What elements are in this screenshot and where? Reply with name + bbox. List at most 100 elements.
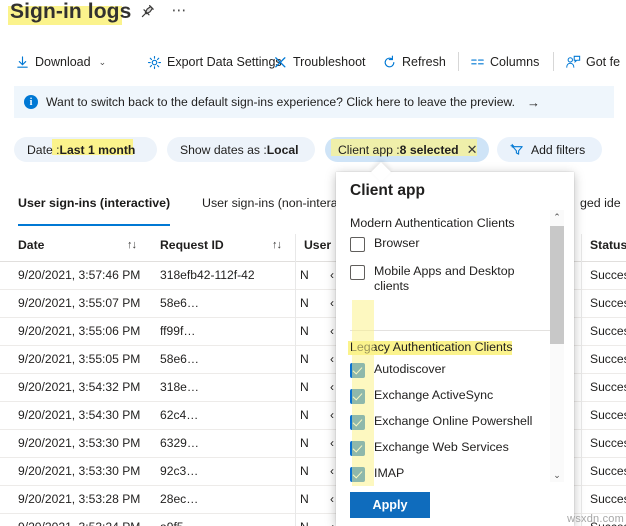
download-label: Download xyxy=(35,55,91,69)
download-button[interactable]: Download ⌄ xyxy=(14,48,106,76)
filter-pill-show-dates-as[interactable]: Show dates as : Local xyxy=(167,137,315,162)
download-icon xyxy=(14,54,30,70)
checkbox-checked-icon[interactable] xyxy=(350,363,365,378)
close-icon[interactable]: ✕ xyxy=(467,142,478,158)
cell-status: Success xyxy=(590,408,626,422)
client-app-option-label: IMAP xyxy=(374,466,404,481)
checkbox-checked-icon[interactable] xyxy=(350,441,365,456)
cell-status: Success xyxy=(590,268,626,282)
tab-managed-identity[interactable]: ged ide xyxy=(580,196,621,222)
filter-pill-client-app[interactable]: Client app : 8 selected ✕ xyxy=(325,137,489,162)
cell-request-id: 58e6… xyxy=(160,352,255,366)
wrench-icon xyxy=(272,54,288,70)
columns-icon xyxy=(469,54,485,70)
apply-button[interactable]: Apply xyxy=(350,492,430,518)
client-app-option-label: Exchange Web Services xyxy=(374,440,509,455)
column-header-date[interactable]: Date xyxy=(18,238,44,252)
cell-user: N xyxy=(300,464,316,478)
tab-user-signins-interactive[interactable]: User sign-ins (interactive) xyxy=(18,196,170,222)
flyout-scrollbar[interactable]: ⌃ ⌄ xyxy=(550,210,564,482)
column-separator xyxy=(295,234,296,526)
column-header-request-id[interactable]: Request ID xyxy=(160,238,224,252)
filter-pill-client-app-prefix: Client app : xyxy=(338,143,400,157)
cell-date: 9/20/2021, 3:53:24 PM xyxy=(18,520,148,526)
filter-pill-bar: Date : Last 1 month Show dates as : Loca… xyxy=(0,137,626,163)
more-options-icon[interactable]: ⋯ xyxy=(170,3,188,21)
filter-pill-show-dates-prefix: Show dates as : xyxy=(180,143,267,157)
chevron-down-icon[interactable]: ⌄ xyxy=(99,57,107,68)
client-app-option[interactable]: Browser xyxy=(350,236,419,252)
filter-pill-date-value: Last 1 month xyxy=(60,143,136,157)
client-app-flyout[interactable]: Client app Modern Authentication Clients… xyxy=(336,172,574,526)
refresh-button[interactable]: Refresh xyxy=(381,48,446,76)
cell-user: N xyxy=(300,296,316,310)
page-title: Sign-in logs xyxy=(10,0,131,24)
cell-status: Success xyxy=(590,324,626,338)
tab-user-signins-interactive-label: User sign-ins (interactive) xyxy=(18,196,170,210)
command-bar: Download ⌄ Export Data Settings xyxy=(0,48,626,78)
cell-user: N xyxy=(300,324,316,338)
client-app-option[interactable]: Exchange Online Powershell xyxy=(350,414,532,430)
cell-date: 9/20/2021, 3:55:07 PM xyxy=(18,296,148,310)
client-app-option[interactable]: IMAP xyxy=(350,466,404,482)
cell-status: Success xyxy=(590,492,626,506)
cell-date: 9/20/2021, 3:53:30 PM xyxy=(18,464,148,478)
tab-active-indicator xyxy=(18,224,170,226)
cell-request-id: 318efb42-112f-4200-9… xyxy=(160,268,255,282)
columns-button[interactable]: Columns xyxy=(469,48,539,76)
scroll-up-icon[interactable]: ⌃ xyxy=(550,210,564,224)
filter-pill-date[interactable]: Date : Last 1 month xyxy=(14,137,157,162)
cell-status: Success xyxy=(590,296,626,310)
columns-label: Columns xyxy=(490,55,539,69)
tab-managed-identity-label: ged ide xyxy=(580,196,621,210)
column-separator-2 xyxy=(581,234,582,526)
toolbar-divider xyxy=(458,52,459,71)
checkbox-unchecked-icon[interactable] xyxy=(350,237,365,252)
column-header-status[interactable]: Status xyxy=(590,238,626,252)
cell-user: N xyxy=(300,492,316,506)
filter-pill-client-app-value: 8 selected xyxy=(400,143,459,157)
sort-icon-date[interactable]: ↑↓ xyxy=(127,239,136,251)
add-filters-button[interactable]: Add filters xyxy=(497,137,602,162)
banner-text: Want to switch back to the default sign-… xyxy=(46,95,515,109)
cell-date: 9/20/2021, 3:57:46 PM xyxy=(18,268,148,282)
cell-request-id: ff99f… xyxy=(160,324,255,338)
got-feedback-button[interactable]: Got fe xyxy=(565,48,620,76)
cell-request-id: 92c3… xyxy=(160,464,255,478)
cell-date: 9/20/2021, 3:55:05 PM xyxy=(18,352,148,366)
filter-pill-show-dates-value: Local xyxy=(267,143,299,157)
client-app-option[interactable]: Autodiscover xyxy=(350,362,446,378)
cell-status: Success xyxy=(590,352,626,366)
checkbox-unchecked-icon[interactable] xyxy=(350,265,365,280)
info-icon: i xyxy=(24,95,38,109)
preview-banner[interactable]: i Want to switch back to the default sig… xyxy=(14,86,614,118)
export-data-settings-button[interactable]: Export Data Settings xyxy=(146,48,282,76)
cell-status: Success xyxy=(590,436,626,450)
add-filters-label: Add filters xyxy=(531,143,585,157)
checkbox-checked-icon[interactable] xyxy=(350,389,365,404)
scrollbar-thumb[interactable] xyxy=(550,226,564,344)
filter-pill-date-prefix: Date : xyxy=(27,143,60,157)
cell-date: 9/20/2021, 3:55:06 PM xyxy=(18,324,148,338)
client-app-option[interactable]: Exchange ActiveSync xyxy=(350,388,493,404)
flyout-pointer xyxy=(371,162,391,182)
cell-request-id: 62c4… xyxy=(160,408,255,422)
client-app-option[interactable]: Mobile Apps and Desktop clients xyxy=(350,264,542,294)
client-app-option-list[interactable]: Modern Authentication ClientsLegacy Auth… xyxy=(336,210,574,482)
arrow-right-icon[interactable]: → xyxy=(527,95,540,110)
column-header-user[interactable]: User xyxy=(304,238,331,252)
cell-user: N xyxy=(300,352,316,366)
troubleshoot-button[interactable]: Troubleshoot xyxy=(272,48,366,76)
pin-icon[interactable] xyxy=(138,3,156,21)
cell-status: Success xyxy=(590,464,626,478)
client-app-option-label: Autodiscover xyxy=(374,362,446,377)
checkbox-checked-icon[interactable] xyxy=(350,467,365,482)
flyout-title: Client app xyxy=(350,182,425,200)
checkbox-checked-icon[interactable] xyxy=(350,415,365,430)
scroll-down-icon[interactable]: ⌄ xyxy=(550,468,564,482)
refresh-icon xyxy=(381,54,397,70)
sort-icon-request-id[interactable]: ↑↓ xyxy=(272,239,281,251)
cell-user: N xyxy=(300,380,316,394)
client-app-option[interactable]: Exchange Web Services xyxy=(350,440,509,456)
got-feedback-label: Got fe xyxy=(586,55,620,69)
